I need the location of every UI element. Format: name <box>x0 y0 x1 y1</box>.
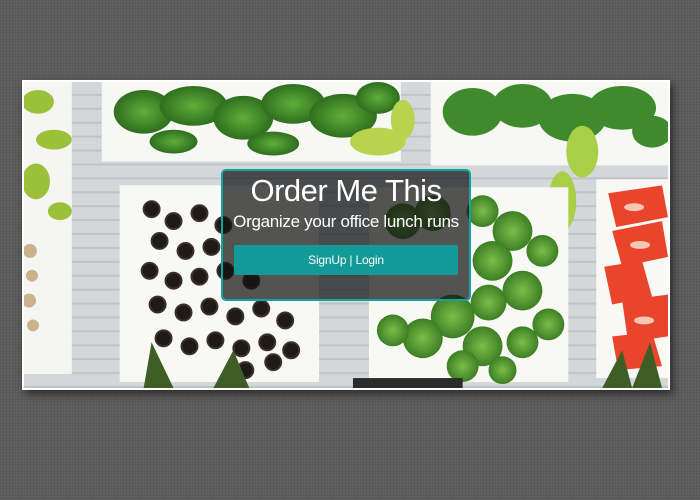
hero-banner: Order Me This Organize your office lunch… <box>22 80 670 390</box>
signup-login-button[interactable]: SignUp | Login <box>234 245 458 275</box>
app-title: Order Me This <box>250 173 442 208</box>
hero-overlay-card: Order Me This Organize your office lunch… <box>221 169 471 301</box>
app-tagline: Organize your office lunch runs <box>233 212 459 231</box>
